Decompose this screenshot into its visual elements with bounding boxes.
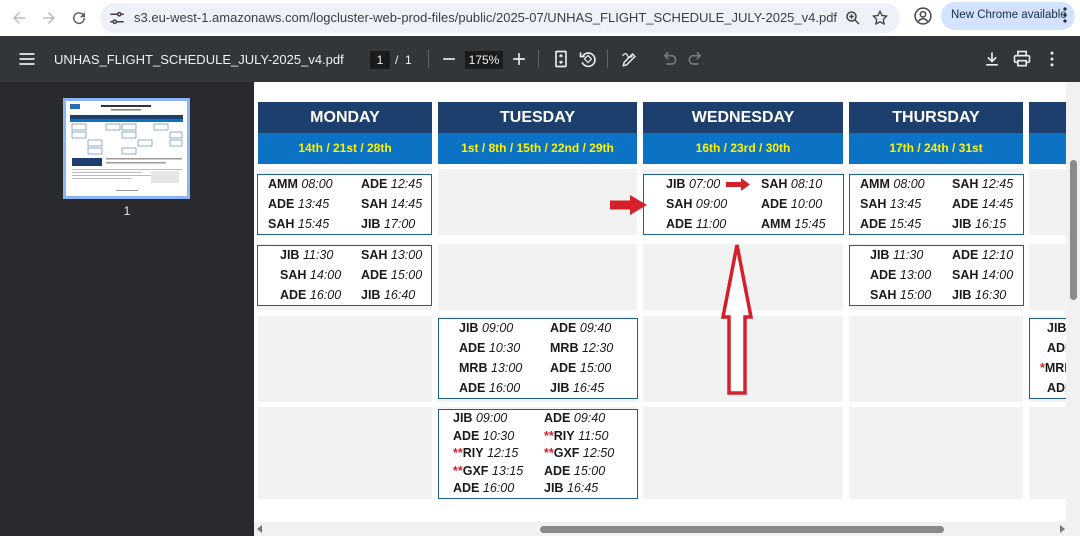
horizontal-scrollbar[interactable] <box>254 522 1080 536</box>
update-chrome-button[interactable]: New Chrome available <box>941 2 1075 30</box>
toolbar-divider <box>538 50 539 68</box>
annotation-layer <box>610 178 754 395</box>
undo-icon[interactable] <box>659 49 679 69</box>
arrow-right-icon <box>43 12 55 24</box>
zoom-icon[interactable] <box>844 9 862 27</box>
browser-toolbar: s3.eu-west-1.amazonaws.com/logcluster-we… <box>0 0 1080 36</box>
horizontal-scroll-thumb[interactable] <box>540 526 944 533</box>
page-total: 1 <box>405 53 412 67</box>
pdf-toolbar: UNHAS_FLIGHT_SCHEDULE_JULY-2025_v4.pdf 1… <box>0 36 1080 82</box>
document-title: UNHAS_FLIGHT_SCHEDULE_JULY-2025_v4.pdf <box>54 52 344 67</box>
back-button[interactable] <box>4 3 34 33</box>
vertical-scroll-thumb[interactable] <box>1070 160 1077 300</box>
page-separator: / <box>395 53 399 67</box>
zoom-out-icon[interactable] <box>439 49 459 69</box>
red-arrow-right-small <box>726 178 750 191</box>
thumbnail-page-number: 1 <box>123 204 131 218</box>
rotate-icon[interactable] <box>578 49 598 69</box>
zoom-level-input[interactable]: 175% <box>465 51 503 69</box>
reload-button[interactable] <box>64 3 94 33</box>
print-icon[interactable] <box>1012 49 1032 69</box>
address-bar[interactable]: s3.eu-west-1.amazonaws.com/logcluster-we… <box>100 3 900 33</box>
hamburger-icon[interactable] <box>17 49 37 69</box>
reload-icon <box>73 12 86 25</box>
page-number-input[interactable]: 1 <box>370 51 390 69</box>
arrow-left-icon <box>13 12 25 24</box>
scroll-left-icon[interactable] <box>256 525 264 533</box>
vertical-scrollbar[interactable] <box>1066 82 1080 522</box>
thumbnail-sidebar: 1 <box>0 82 254 536</box>
kebab-icon <box>1063 7 1067 23</box>
url-text[interactable]: s3.eu-west-1.amazonaws.com/logcluster-we… <box>134 10 837 25</box>
toolbar-divider <box>607 50 608 68</box>
schedule-page: MONDAY 14th / 21st / 28th TUESDAY 1st / … <box>254 82 1080 522</box>
forward-button[interactable] <box>34 3 64 33</box>
download-icon[interactable] <box>982 49 1002 69</box>
account-icon[interactable] <box>913 6 933 26</box>
pdf-viewport[interactable]: MONDAY 14th / 21st / 28th TUESDAY 1st / … <box>254 82 1080 536</box>
zoom-in-icon[interactable] <box>509 49 529 69</box>
scroll-right-icon[interactable] <box>1058 525 1066 533</box>
update-label: New Chrome available <box>951 9 1067 21</box>
page-thumbnail-preview <box>66 101 187 196</box>
tune-icon[interactable] <box>108 9 126 27</box>
page-thumbnail[interactable] <box>63 98 190 199</box>
fit-page-icon[interactable] <box>551 49 571 69</box>
red-arrow-right <box>610 195 647 215</box>
star-icon[interactable] <box>871 9 889 27</box>
toolbar-divider <box>428 50 429 68</box>
red-arrow-up <box>720 244 754 395</box>
pen-icon[interactable] <box>620 49 640 69</box>
redo-icon[interactable] <box>686 49 706 69</box>
kebab-icon[interactable] <box>1042 49 1062 69</box>
